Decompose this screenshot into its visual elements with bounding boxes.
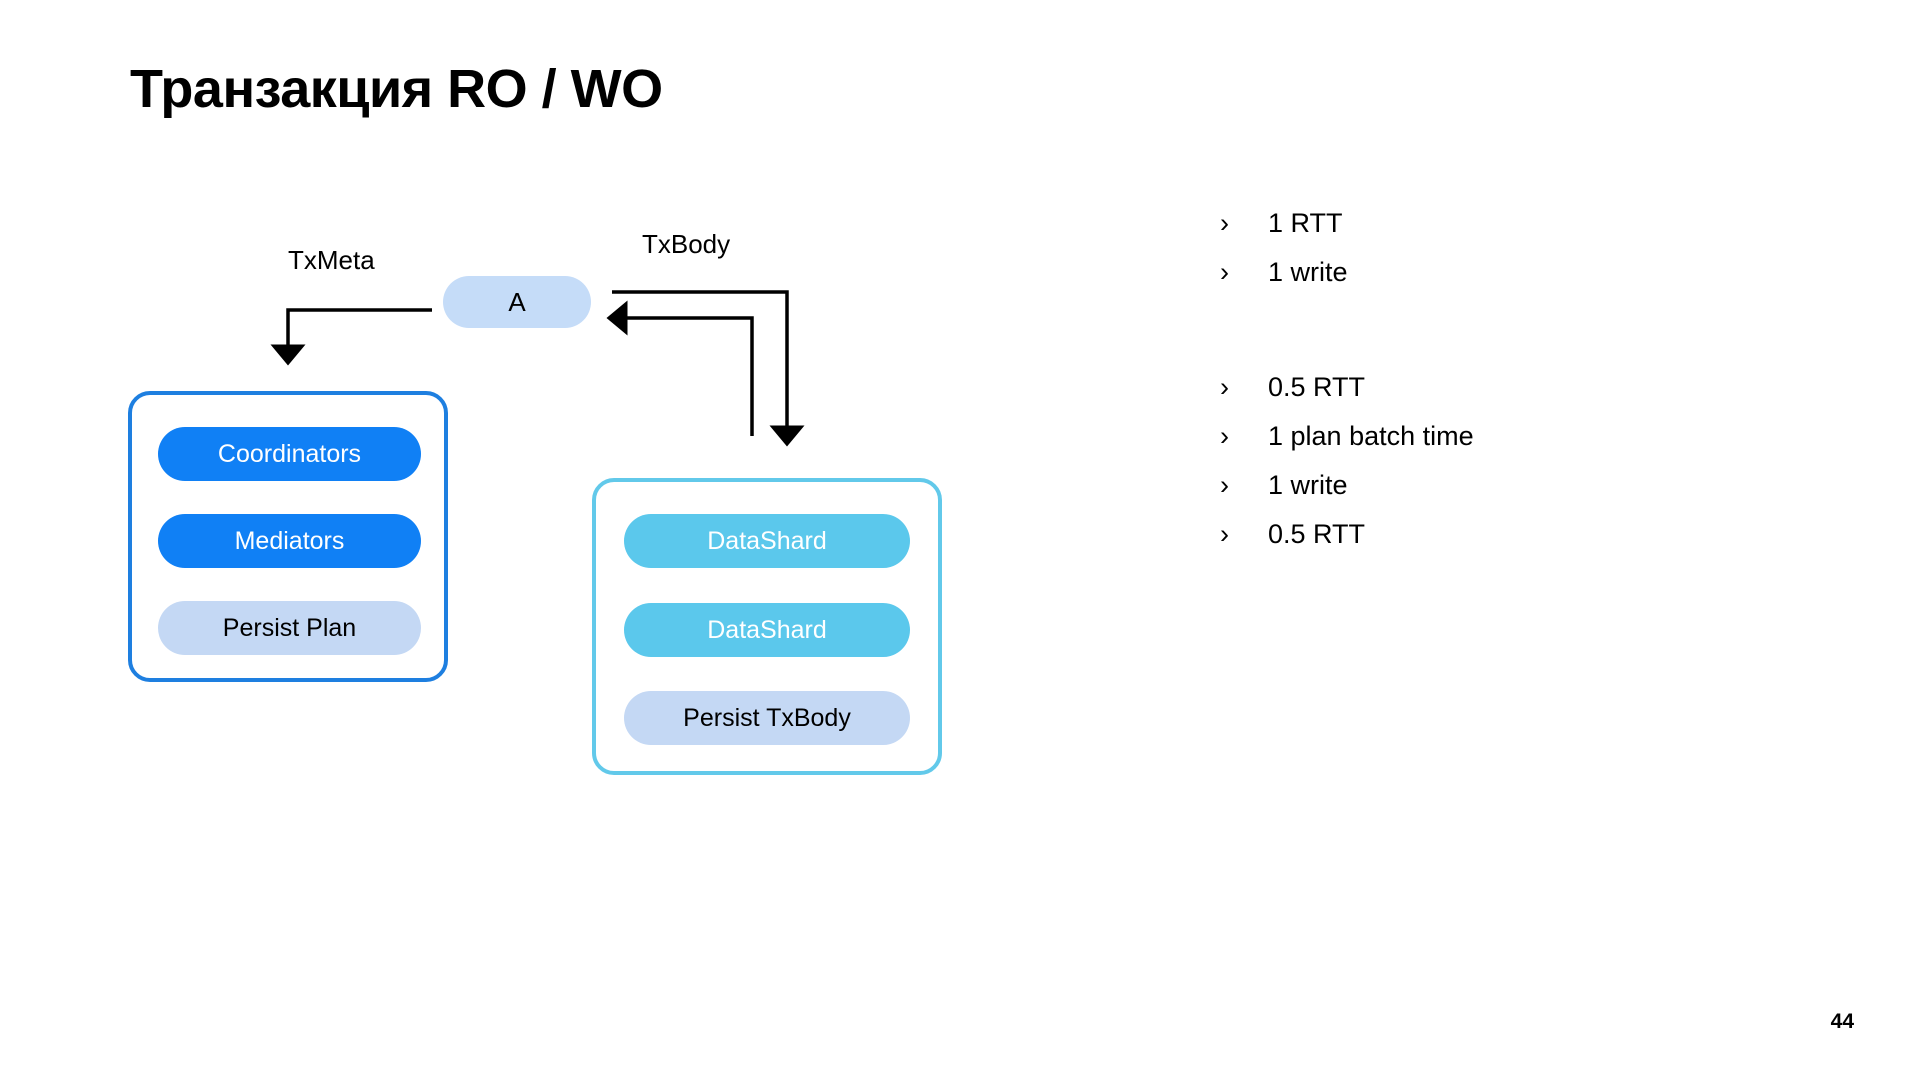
edge-label-txmeta: TxMeta	[288, 245, 375, 275]
note-item: › 1 plan batch time	[1220, 423, 1840, 472]
pill-datashard-2[interactable]: DataShard	[624, 603, 910, 657]
note-label: 1 RTT	[1268, 208, 1343, 238]
transaction-flow-diagram: TxMeta TxBody A Coordinators Mediators P…	[0, 0, 1000, 820]
note-label: 0.5 RTT	[1268, 372, 1366, 402]
chevron-right-icon: ›	[1220, 470, 1229, 500]
note-label: 1 plan batch time	[1268, 421, 1474, 451]
note-item: › 1 write	[1220, 472, 1840, 521]
chevron-right-icon: ›	[1220, 519, 1229, 549]
chevron-right-icon: ›	[1220, 372, 1229, 402]
note-group-ro-costs: › 1 RTT › 1 write	[1220, 210, 1840, 308]
note-label: 0.5 RTT	[1268, 519, 1366, 549]
pill-mediators[interactable]: Mediators	[158, 514, 421, 568]
chevron-right-icon: ›	[1220, 208, 1229, 238]
pill-datashard-1[interactable]: DataShard	[624, 514, 910, 568]
datashards-group-box: DataShard DataShard Persist TxBody	[592, 478, 942, 775]
note-item: › 1 write	[1220, 259, 1840, 308]
note-group-wo-costs: › 0.5 RTT › 1 plan batch time › 1 write …	[1220, 374, 1840, 570]
note-label: 1 write	[1268, 470, 1348, 500]
txbody-reply-connector	[606, 300, 754, 436]
pill-persist-plan[interactable]: Persist Plan	[158, 601, 421, 655]
txmeta-connector	[270, 308, 432, 366]
note-item: › 0.5 RTT	[1220, 374, 1840, 423]
page-number: 44	[1830, 1010, 1854, 1033]
note-item: › 1 RTT	[1220, 210, 1840, 259]
actor-node-a[interactable]: A	[443, 276, 591, 328]
edge-label-txbody: TxBody	[642, 229, 731, 259]
chevron-right-icon: ›	[1220, 257, 1229, 287]
coordinators-group-box: Coordinators Mediators Persist Plan	[128, 391, 448, 682]
pill-coordinators[interactable]: Coordinators	[158, 427, 421, 481]
note-label: 1 write	[1268, 257, 1348, 287]
note-item: › 0.5 RTT	[1220, 521, 1840, 570]
pill-persist-txbody[interactable]: Persist TxBody	[624, 691, 910, 745]
cost-notes: › 1 RTT › 1 write › 0.5 RTT › 1 plan bat…	[1220, 210, 1840, 570]
chevron-right-icon: ›	[1220, 421, 1229, 451]
txbody-request-connector	[612, 290, 805, 447]
